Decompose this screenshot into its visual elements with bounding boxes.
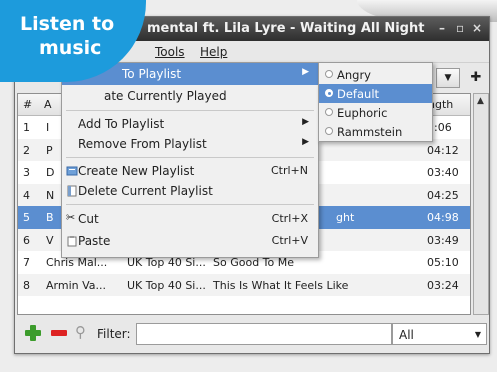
menu-help-label: Help	[200, 45, 228, 59]
row-artist: I	[46, 121, 50, 134]
row-number: 7	[23, 256, 30, 269]
row-artist: N	[46, 188, 55, 202]
window-title: mental ft. Lila Lyre - Waiting All Night	[147, 21, 425, 36]
menu-item-label: Create New Playlist	[78, 164, 195, 178]
row-artist: Armin Va...	[46, 278, 106, 292]
submenu-option-label: Rammstein	[337, 125, 403, 139]
menu-item-paste[interactable]: Paste Ctrl+V	[62, 230, 318, 252]
row-length: 04:12	[427, 143, 459, 157]
submenu-option-rammstein[interactable]: Rammstein	[319, 122, 432, 141]
menu-item-accelerator: Ctrl+X	[271, 212, 308, 225]
row-artist: B	[46, 211, 54, 224]
scroll-up-icon[interactable]: ▲	[477, 96, 484, 106]
menu-item-create-playlist[interactable]: Create New Playlist Ctrl+N	[62, 160, 318, 182]
submenu-option-default[interactable]: Default	[319, 84, 432, 103]
menu-separator	[66, 157, 314, 158]
row-album: UK Top 40 Si...	[127, 278, 206, 292]
menu-item-delete-playlist[interactable]: Delete Current Playlist	[62, 180, 318, 202]
row-length: 05:10	[427, 256, 459, 269]
row-number: 3	[23, 166, 30, 179]
menu-item-label: Cut	[78, 212, 99, 226]
submenu-option-euphoric[interactable]: Euphoric	[319, 103, 432, 122]
header-artist[interactable]: A	[44, 98, 52, 111]
submenu-option-label: Default	[337, 87, 380, 101]
filter-input[interactable]	[136, 323, 392, 345]
submenu-arrow-icon: ▶	[302, 67, 309, 77]
menu-item-update-played[interactable]: ate Currently Played	[62, 85, 318, 107]
menu-separator	[66, 204, 314, 205]
row-length: 03:40	[427, 166, 459, 179]
maximize-button[interactable]: ▫	[456, 21, 464, 35]
playlist-submenu: Angry Default Euphoric Rammstein	[318, 62, 433, 142]
row-number: 8	[23, 278, 30, 292]
submenu-arrow-icon: ▶	[302, 137, 309, 147]
row-artist: V	[46, 233, 54, 247]
add-icon[interactable]	[25, 325, 41, 341]
header-number[interactable]: #	[23, 98, 32, 111]
new-playlist-icon	[66, 166, 78, 176]
menu-item-label: Paste	[78, 234, 111, 248]
menu-item-label: Remove From Playlist	[78, 137, 207, 151]
delete-playlist-icon	[67, 185, 77, 197]
row-artist: D	[46, 166, 55, 179]
chevron-down-icon: ▼	[474, 330, 481, 339]
row-length: 03:49	[427, 233, 459, 247]
minimize-button[interactable]: –	[439, 21, 445, 35]
table-row[interactable]: 8 Armin Va... UK Top 40 Si... This Is What …	[18, 273, 470, 296]
menu-item-remove-from-playlist[interactable]: Remove From Playlist ▶	[62, 133, 318, 155]
row-length: 03:24	[427, 278, 459, 292]
radio-icon	[325, 127, 333, 135]
menu-separator	[66, 110, 314, 111]
submenu-option-label: Euphoric	[337, 106, 388, 120]
row-artist: P	[46, 143, 53, 157]
chevron-down-icon: ▼	[444, 73, 452, 83]
filter-scope-value: All	[399, 328, 414, 342]
row-title: ght	[336, 211, 355, 224]
submenu-arrow-icon: ▶	[302, 117, 309, 127]
playlist-dropdown[interactable]: ▼	[436, 68, 460, 88]
badge-line-1: Listen to	[20, 13, 115, 35]
clean-icon[interactable]: ⚲	[75, 323, 86, 341]
filter-label: Filter:	[97, 327, 131, 341]
remove-icon[interactable]	[51, 330, 67, 336]
menu-item-add-to-playlist[interactable]: Add To Playlist ▶	[62, 113, 318, 135]
submenu-option-label: Angry	[337, 68, 371, 82]
menu-item-accelerator: Ctrl+V	[271, 234, 308, 247]
badge-line-2: music	[39, 37, 102, 59]
row-number: 5	[23, 211, 30, 224]
menu-tools[interactable]: Tools	[155, 45, 185, 59]
submenu-option-angry[interactable]: Angry	[319, 65, 432, 84]
row-number: 1	[23, 121, 30, 134]
skip-icon[interactable]: ✚	[467, 68, 485, 88]
menu-item-label: To Playlist	[122, 67, 182, 81]
clipboard-icon	[67, 236, 77, 247]
radio-icon	[325, 108, 333, 116]
menu-item-cut[interactable]: ✂ Cut Ctrl+X	[62, 208, 318, 230]
row-title: This Is What It Feels Like	[213, 278, 349, 292]
close-button[interactable]: ×	[472, 21, 482, 35]
menu-item-accelerator: Ctrl+N	[270, 164, 308, 177]
row-number: 6	[23, 233, 30, 247]
row-length: 04:98	[427, 211, 459, 224]
context-menu: To Playlist ▶ ate Currently Played Add T…	[61, 62, 319, 258]
filter-scope-select[interactable]: All ▼	[392, 323, 487, 345]
radio-icon	[325, 70, 333, 78]
menu-help[interactable]: Help	[200, 45, 227, 59]
row-number: 2	[23, 143, 30, 157]
menu-item-label: Add To Playlist	[78, 117, 165, 131]
scissors-icon: ✂	[66, 211, 76, 224]
row-number: 4	[23, 188, 30, 202]
menu-tools-label: Tools	[155, 45, 185, 59]
menu-item-label: Delete Current Playlist	[78, 184, 213, 198]
filter-bar: ⚲ Filter: All ▼	[15, 315, 489, 353]
row-length: 04:25	[427, 188, 459, 202]
table-scrollbar[interactable]: ▲	[473, 93, 489, 315]
menu-item-label: ate Currently Played	[104, 89, 227, 103]
radio-icon	[325, 89, 333, 97]
